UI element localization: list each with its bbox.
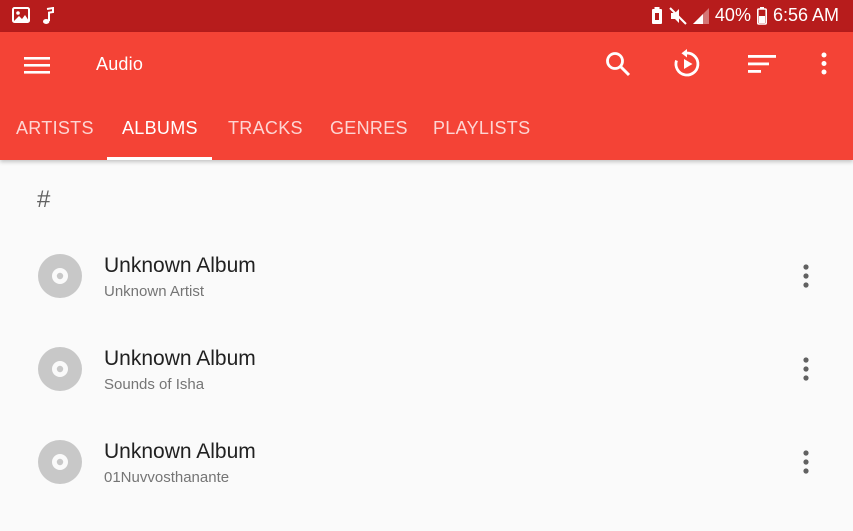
- list-item[interactable]: Unknown Album Sounds of Isha: [0, 346, 853, 438]
- status-left-icons: [12, 7, 54, 25]
- app-bar: Audio ARTISTS ALBUMS TRACKS GENRES PLAYL…: [0, 32, 853, 160]
- signal-icon: [692, 7, 709, 24]
- album-title: Unknown Album: [104, 254, 256, 277]
- list-item[interactable]: Unknown Album 01Nuvvosthanante: [0, 439, 853, 531]
- tab-artists[interactable]: ARTISTS: [16, 96, 94, 160]
- tab-tracks[interactable]: TRACKS: [228, 96, 303, 160]
- section-header: #: [37, 186, 51, 213]
- battery-icon: [756, 6, 767, 25]
- clock: 6:56 AM: [772, 5, 839, 25]
- replay-icon[interactable]: [672, 49, 702, 79]
- hamburger-menu-icon[interactable]: [24, 52, 50, 78]
- search-icon[interactable]: [603, 49, 633, 79]
- active-tab-indicator: [107, 157, 212, 160]
- overflow-menu-icon[interactable]: [809, 49, 839, 79]
- album-artist: Unknown Artist: [104, 283, 205, 300]
- item-more-icon[interactable]: [796, 449, 816, 475]
- status-right: 40% 6:56 AM: [651, 5, 839, 26]
- status-bar: 40% 6:56 AM: [0, 0, 853, 32]
- album-artist: Sounds of Isha: [104, 376, 205, 393]
- tab-playlists[interactable]: PLAYLISTS: [433, 96, 530, 160]
- album-title: Unknown Album: [104, 347, 256, 370]
- music-note-icon: [43, 7, 54, 24]
- item-more-icon[interactable]: [796, 356, 816, 382]
- sort-icon[interactable]: [747, 49, 777, 79]
- gallery-icon: [12, 7, 30, 23]
- tab-albums[interactable]: ALBUMS: [122, 96, 198, 160]
- album-artist: 01Nuvvosthanante: [104, 469, 230, 486]
- album-title: Unknown Album: [104, 440, 256, 463]
- battery-saver-icon: [651, 6, 662, 24]
- album-disc-icon: [38, 254, 82, 298]
- album-disc-icon: [38, 440, 82, 484]
- item-more-icon[interactable]: [796, 263, 816, 289]
- list-item[interactable]: Unknown Album Unknown Artist: [0, 253, 853, 345]
- tab-bar: ARTISTS ALBUMS TRACKS GENRES PLAYLISTS: [0, 96, 853, 160]
- battery-percent: 40%: [714, 5, 751, 25]
- page-title: Audio: [96, 54, 144, 74]
- album-disc-icon: [38, 347, 82, 391]
- mute-icon: [669, 6, 687, 25]
- tab-genres[interactable]: GENRES: [330, 96, 408, 160]
